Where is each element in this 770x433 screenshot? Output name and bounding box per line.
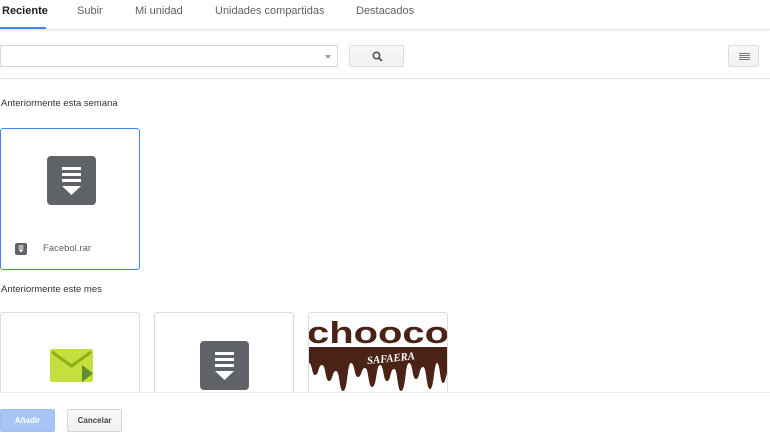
tab-bar: Reciente Subir Mi unidad Unidades compar… xyxy=(0,0,770,30)
archive-icon xyxy=(200,341,249,390)
section-title-this-month: Anteriormente este mes xyxy=(1,284,102,295)
archive-file-type-icon xyxy=(15,243,27,255)
action-bar: Añadir Cancelar xyxy=(0,392,770,433)
cancel-button[interactable]: Cancelar xyxy=(67,409,122,432)
thumbnail-title: chooco xyxy=(309,315,448,350)
section-title-this-week: Anteriormente esta semana xyxy=(1,98,118,109)
list-view-icon xyxy=(739,53,750,60)
divider xyxy=(0,78,770,79)
file-name: Facebol.rar xyxy=(43,243,92,254)
tab-shared-drives[interactable]: Unidades compartidas xyxy=(215,0,324,30)
active-tab-indicator xyxy=(0,27,46,29)
tab-upload[interactable]: Subir xyxy=(77,0,103,30)
email-icon xyxy=(50,349,93,382)
chevron-down-icon[interactable] xyxy=(325,55,331,59)
search-input[interactable] xyxy=(0,45,338,67)
tab-starred[interactable]: Destacados xyxy=(356,0,414,30)
add-button[interactable]: Añadir xyxy=(0,409,55,432)
search-icon xyxy=(372,51,383,62)
file-card[interactable]: Facebol.rar xyxy=(0,128,140,270)
image-thumbnail: chooco SAFAERA xyxy=(309,313,448,393)
tab-recent[interactable]: Reciente xyxy=(2,0,48,30)
search-button[interactable] xyxy=(349,45,404,67)
archive-icon xyxy=(47,156,96,205)
tab-my-drive[interactable]: Mi unidad xyxy=(135,0,183,30)
list-view-button[interactable] xyxy=(728,45,759,67)
